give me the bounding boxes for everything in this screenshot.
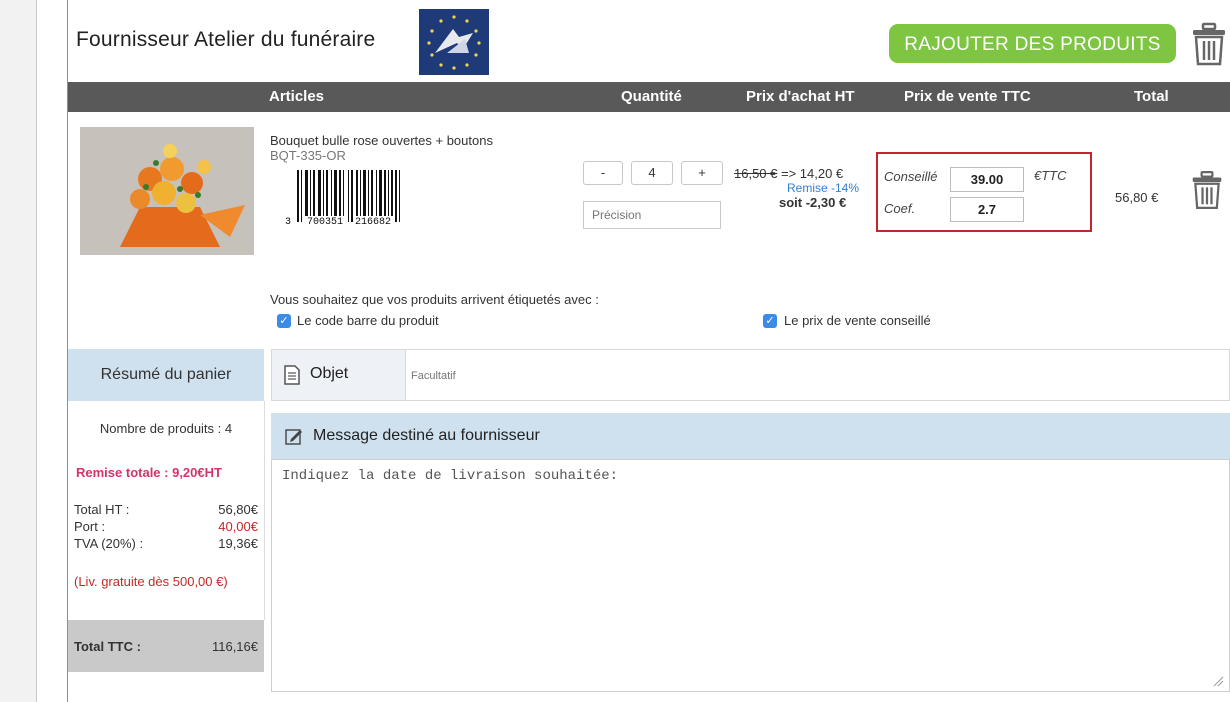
labeling-question: Vous souhaitez que vos produits arrivent… — [270, 292, 599, 307]
document-icon — [284, 365, 300, 390]
message-label: Message destiné au fournisseur — [313, 427, 540, 444]
col-prix-vente: Prix de vente TTC — [904, 88, 1031, 105]
barcode-digit-left: 3 — [285, 217, 292, 228]
coef-input[interactable] — [950, 197, 1024, 222]
tva-label: TVA (20%) : — [74, 536, 144, 551]
port-value: 40,00€ — [218, 519, 258, 534]
price-checkbox[interactable]: ✓ — [763, 314, 777, 328]
objet-input[interactable] — [409, 364, 1213, 388]
remise-label: Remise -14% — [787, 181, 860, 195]
ettc-label: €TTC — [1034, 168, 1067, 183]
objet-label: Objet — [310, 365, 349, 382]
total-ttc-label: Total TTC : — [74, 639, 141, 654]
barcode-option-label: Le code barre du produit — [297, 313, 439, 328]
col-quantite: Quantité — [621, 88, 682, 105]
col-prix-achat: Prix d'achat HT — [746, 88, 855, 105]
tva-value: 19,36€ — [218, 536, 258, 551]
old-price: 16,50 € — [734, 166, 778, 181]
free-delivery-note: (Liv. gratuite dès 500,00 €) — [74, 574, 228, 589]
total-discount: Remise totale : 9,20€HT — [76, 465, 222, 480]
barcode-digits-mid: 700351 — [307, 217, 344, 228]
add-products-button[interactable]: RAJOUTER DES PRODUITS — [889, 24, 1176, 63]
supplier-logo — [419, 9, 489, 75]
product-barcode: 3 700351 216682 — [285, 168, 421, 230]
nb-products: Nombre de produits : 4 — [99, 421, 233, 436]
col-articles: Articles — [269, 88, 325, 105]
port-label: Port : — [74, 519, 106, 534]
barcode-checkbox[interactable]: ✓ — [277, 314, 291, 328]
total-ht-label: Total HT : — [74, 502, 130, 517]
precision-input[interactable] — [583, 201, 721, 229]
message-header: Message destiné au fournisseur — [271, 413, 1230, 459]
edit-icon — [285, 427, 303, 450]
table-header: Articles Quantité Prix d'achat HT Prix d… — [68, 82, 1230, 112]
left-panel — [0, 0, 37, 702]
supplier-title: Fournisseur Atelier du funéraire — [76, 28, 376, 51]
objet-row — [271, 349, 1230, 401]
price-option-label: Le prix de vente conseillé — [784, 313, 931, 328]
product-name: Bouquet bulle rose ouvertes + boutons — [270, 133, 493, 148]
total-ttc-value: 116,16€ — [211, 639, 258, 654]
purchase-price: 16,50 € => 14,20 € — [734, 166, 843, 181]
delete-supplier-trash-icon[interactable] — [1190, 22, 1228, 66]
conseille-label: Conseillé — [884, 169, 938, 184]
objet-label-box: Objet — [271, 349, 406, 401]
barcode-digits-right: 216682 — [355, 217, 392, 228]
total-ttc-row: Total TTC : 116,16€ — [68, 620, 264, 672]
savings-label: soit -2,30 € — [779, 195, 847, 210]
qty-minus-button[interactable]: - — [583, 161, 623, 185]
quantity-field[interactable]: 4 — [631, 161, 673, 185]
cart-summary-title: Résumé du panier — [68, 349, 264, 401]
coef-label: Coef. — [884, 201, 916, 216]
cart-summary: Nombre de produits : 4 Remise totale : 9… — [68, 401, 265, 620]
resize-handle-icon[interactable] — [1212, 674, 1224, 692]
selling-price-input[interactable] — [950, 167, 1024, 192]
product-ref: BQT-335-OR — [270, 148, 346, 163]
qty-plus-button[interactable]: + — [681, 161, 723, 185]
line-total: 56,80 € — [1115, 190, 1159, 205]
delete-product-trash-icon[interactable] — [1190, 170, 1224, 210]
new-price: => 14,20 € — [777, 166, 844, 181]
message-textarea[interactable]: Indiquez la date de livraison souhaitée: — [271, 459, 1230, 692]
product-image — [80, 127, 254, 255]
total-ht-value: 56,80€ — [218, 502, 258, 517]
col-total: Total — [1134, 88, 1169, 105]
